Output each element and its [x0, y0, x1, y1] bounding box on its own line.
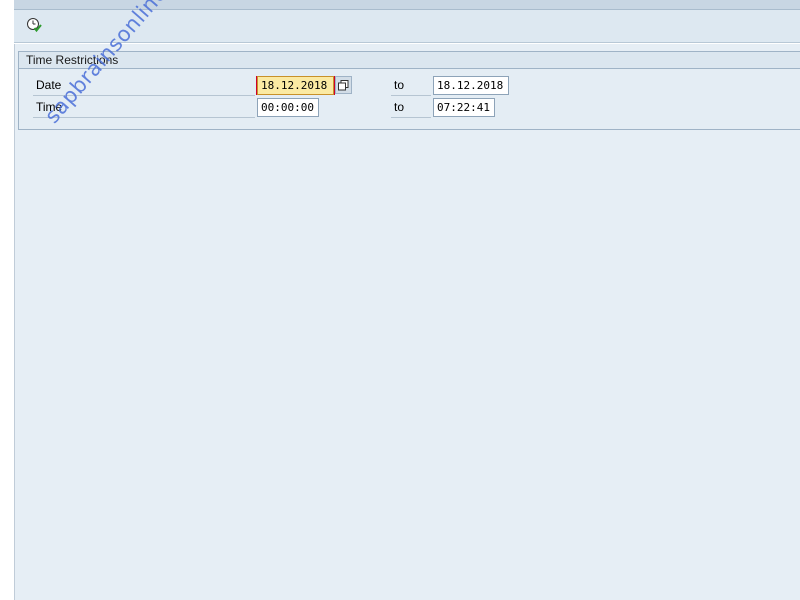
multiple-selection-button[interactable] [335, 76, 352, 94]
date-to-field[interactable]: 18.12.2018 [433, 76, 509, 95]
group-title: Time Restrictions [19, 52, 800, 69]
date-from-field[interactable]: 18.12.2018 [257, 76, 334, 95]
time-to-field[interactable]: 07:22:41 [433, 98, 495, 117]
time-row: Time 00:00:00 to 07:22:41 [33, 97, 800, 118]
date-to-label: to [391, 75, 431, 96]
execute-button[interactable] [24, 16, 44, 34]
main-content: Time Restrictions Date 18.12.2018 to 18.… [14, 44, 800, 600]
multiple-selection-icon [338, 79, 349, 90]
execute-icon [27, 18, 42, 33]
time-restrictions-group: Time Restrictions Date 18.12.2018 to 18.… [18, 51, 800, 130]
date-row: Date 18.12.2018 to 18.12.2018 [33, 75, 800, 96]
time-to-label: to [391, 97, 431, 118]
time-from-field[interactable]: 00:00:00 [257, 98, 319, 117]
